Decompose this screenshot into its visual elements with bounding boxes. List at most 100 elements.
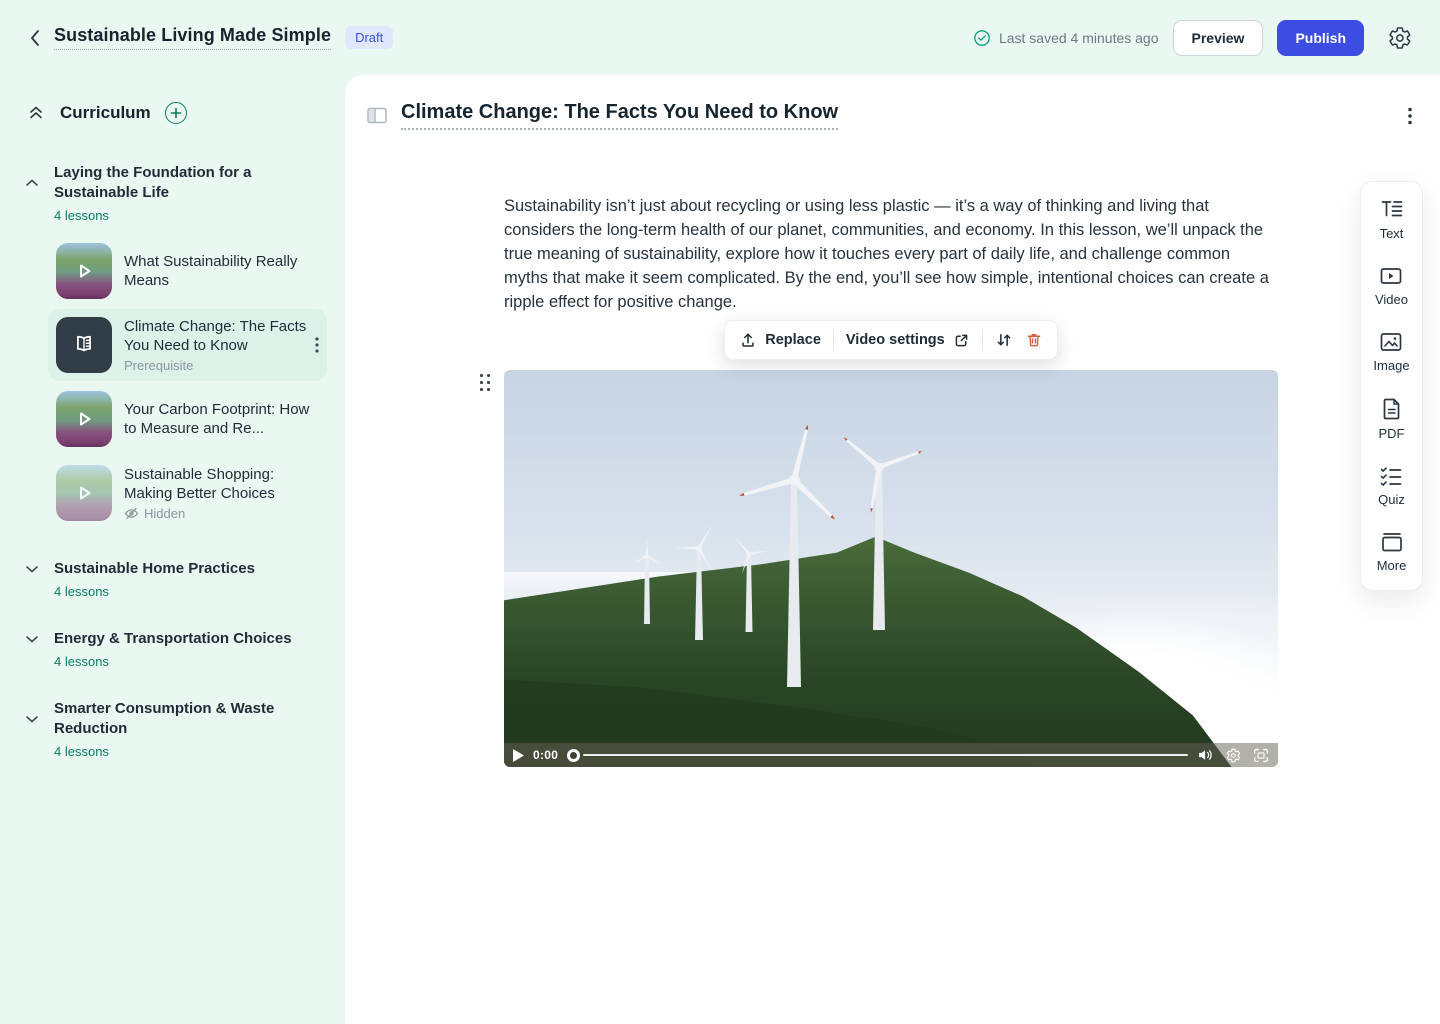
toolbar-divider: [982, 329, 983, 351]
wind-turbine: [824, 420, 934, 650]
lesson-paragraph[interactable]: Sustainability isn’t just about recyclin…: [504, 194, 1278, 314]
status-badge: Draft: [345, 26, 393, 49]
section-header[interactable]: Sustainable Home Practices: [24, 559, 345, 579]
plus-icon: [170, 107, 182, 119]
preview-button[interactable]: Preview: [1173, 20, 1264, 56]
video-settings-button[interactable]: Video settings: [846, 332, 970, 349]
drag-handle[interactable]: [480, 374, 491, 392]
lesson-meta: Hidden: [144, 506, 185, 521]
delete-block-button[interactable]: [1025, 331, 1043, 349]
lesson-item[interactable]: What Sustainability Really Means: [48, 235, 327, 307]
open-book-icon: [70, 331, 98, 359]
play-icon: [56, 391, 112, 447]
chevron-up-icon: [24, 175, 40, 191]
play-button[interactable]: [513, 749, 524, 762]
lesson-meta: Prerequisite: [124, 358, 319, 373]
lesson-thumbnail: [56, 317, 112, 373]
settings-button[interactable]: [1384, 22, 1416, 54]
double-chevron-up-icon: [28, 105, 44, 121]
insert-text-label: Text: [1380, 226, 1404, 241]
publish-button[interactable]: Publish: [1277, 20, 1364, 56]
video-icon: [1379, 265, 1403, 287]
image-icon: [1379, 331, 1403, 353]
volume-button[interactable]: [1197, 748, 1214, 762]
video-settings-label: Video settings: [846, 332, 945, 348]
move-block-button[interactable]: [995, 331, 1013, 349]
eye-off-icon: [124, 507, 139, 520]
insert-pdf-label: PDF: [1379, 426, 1405, 441]
replace-video-button[interactable]: Replace: [739, 331, 821, 349]
section-title: Smarter Consumption & Waste Reduction: [54, 699, 304, 739]
pdf-icon: [1381, 397, 1403, 421]
lesson-title: What Sustainability Really Means: [124, 252, 319, 290]
insert-video-button[interactable]: Video: [1375, 265, 1408, 307]
fullscreen-button[interactable]: [1253, 748, 1269, 763]
curriculum-section: Smarter Consumption & Waste Reduction 4 …: [24, 699, 345, 759]
curriculum-sidebar: Curriculum Laying the Foundation for a S…: [0, 75, 345, 1024]
section-header[interactable]: Energy & Transportation Choices: [24, 629, 345, 649]
wind-turbine: [719, 532, 779, 642]
insert-text-button[interactable]: Text: [1380, 199, 1404, 241]
replace-label: Replace: [765, 332, 821, 348]
current-time: 0:00: [533, 748, 558, 762]
last-saved-text: Last saved 4 minutes ago: [999, 30, 1159, 46]
lesson-editor-panel: Climate Change: The Facts You Need to Kn…: [345, 75, 1440, 1024]
last-saved-status: Last saved 4 minutes ago: [973, 29, 1159, 47]
lesson-title: Sustainable Shopping: Making Better Choi…: [124, 465, 319, 503]
lesson-page-title[interactable]: Climate Change: The Facts You Need to Kn…: [401, 101, 838, 130]
lesson-item-selected[interactable]: Climate Change: The Facts You Need to Kn…: [48, 309, 327, 381]
lesson-thumbnail: [56, 465, 112, 521]
section-lesson-count: 4 lessons: [54, 584, 345, 599]
section-title: Laying the Foundation for a Sustainable …: [54, 163, 304, 203]
collapse-all-button[interactable]: [24, 101, 48, 125]
chevron-down-icon: [24, 561, 40, 577]
player-settings-button[interactable]: [1226, 748, 1241, 763]
sort-arrows-icon: [995, 331, 1013, 349]
insert-more-button[interactable]: More: [1377, 531, 1407, 573]
video-player[interactable]: 0:00: [504, 370, 1278, 767]
progress-track[interactable]: [583, 754, 1188, 756]
insert-quiz-label: Quiz: [1378, 492, 1405, 507]
curriculum-heading: Curriculum: [60, 103, 151, 123]
toggle-sidebar-button[interactable]: [363, 103, 391, 128]
back-chevron-icon: [28, 29, 42, 47]
video-controls-bar: 0:00: [504, 743, 1278, 767]
section-header[interactable]: Laying the Foundation for a Sustainable …: [24, 163, 345, 203]
play-icon: [56, 465, 112, 521]
section-lesson-count: 4 lessons: [54, 654, 345, 669]
gear-icon: [1388, 26, 1412, 50]
lesson-item[interactable]: Your Carbon Footprint: How to Measure an…: [48, 383, 327, 455]
insert-image-button[interactable]: Image: [1373, 331, 1409, 373]
insert-image-label: Image: [1373, 358, 1409, 373]
toolbar-divider: [833, 329, 834, 351]
more-blocks-icon: [1380, 531, 1404, 553]
trash-icon: [1025, 331, 1043, 349]
insert-pdf-button[interactable]: PDF: [1379, 397, 1405, 441]
progress-knob[interactable]: [567, 749, 580, 762]
video-block-toolbar: Replace Video settings: [724, 320, 1057, 360]
section-title: Energy & Transportation Choices: [54, 629, 304, 649]
section-lesson-count: 4 lessons: [54, 744, 345, 759]
video-block: 0:00: [504, 370, 1278, 767]
curriculum-section: Energy & Transportation Choices 4 lesson…: [24, 629, 345, 669]
panel-toggle-icon: [367, 107, 387, 124]
lesson-thumbnail: [56, 243, 112, 299]
lesson-kebab-menu[interactable]: [315, 337, 319, 353]
chevron-down-icon: [24, 711, 40, 727]
section-header[interactable]: Smarter Consumption & Waste Reduction: [24, 699, 345, 739]
check-circle-icon: [973, 29, 991, 47]
chevron-down-icon: [24, 631, 40, 647]
insert-more-label: More: [1377, 558, 1407, 573]
back-button[interactable]: [24, 25, 46, 51]
add-section-button[interactable]: [165, 102, 187, 124]
course-title[interactable]: Sustainable Living Made Simple: [54, 25, 331, 50]
lesson-thumbnail: [56, 391, 112, 447]
lesson-item-hidden[interactable]: Sustainable Shopping: Making Better Choi…: [48, 457, 327, 529]
insert-block-toolbar: Text Video Image PDF Quiz More: [1360, 181, 1423, 591]
insert-quiz-button[interactable]: Quiz: [1378, 465, 1405, 507]
topbar: Sustainable Living Made Simple Draft Las…: [0, 0, 1440, 75]
lesson-kebab-menu[interactable]: [1404, 103, 1416, 129]
text-icon: [1380, 199, 1404, 221]
curriculum-section: Sustainable Home Practices 4 lessons: [24, 559, 345, 599]
section-lesson-count: 4 lessons: [54, 208, 345, 223]
